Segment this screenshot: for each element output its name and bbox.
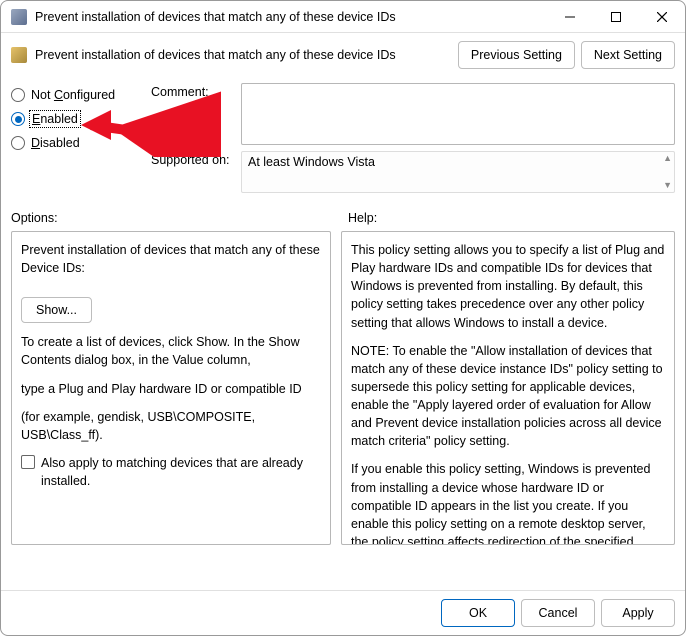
previous-setting-button[interactable]: Previous Setting [458, 41, 575, 69]
maximize-button[interactable] [593, 1, 639, 32]
state-radio-group: Not Configured Enabled Disabled [11, 83, 151, 197]
checkbox-label: Also apply to matching devices that are … [41, 454, 321, 490]
scroll-down-icon: ▼ [663, 181, 672, 190]
apply-button[interactable]: Apply [601, 599, 675, 627]
help-paragraph: If you enable this policy setting, Windo… [351, 460, 665, 545]
options-panel: Prevent installation of devices that mat… [11, 231, 331, 545]
options-heading: Options: [11, 211, 338, 225]
help-heading: Help: [338, 211, 675, 225]
radio-enabled[interactable]: Enabled [11, 107, 151, 131]
comment-field-label: Comment: [151, 83, 241, 145]
options-hint-2: type a Plug and Play hardware ID or comp… [21, 380, 321, 398]
radio-label: Disabled [31, 136, 80, 150]
radio-label: Enabled [31, 112, 79, 126]
options-hint-1: To create a list of devices, click Show.… [21, 333, 321, 369]
titlebar: Prevent installation of devices that mat… [1, 1, 685, 33]
header-row: Prevent installation of devices that mat… [1, 33, 685, 83]
apply-button-label: Apply [622, 606, 653, 620]
window-title: Prevent installation of devices that mat… [35, 10, 547, 24]
footer-buttons: OK Cancel Apply [1, 590, 685, 635]
options-hint-3: (for example, gendisk, USB\COMPOSITE, US… [21, 408, 321, 444]
also-apply-checkbox[interactable]: Also apply to matching devices that are … [21, 454, 321, 490]
options-heading-text: Prevent installation of devices that mat… [21, 241, 321, 277]
cancel-button-label: Cancel [539, 606, 578, 620]
policy-icon [11, 47, 27, 63]
radio-indicator [11, 136, 25, 150]
radio-disabled[interactable]: Disabled [11, 131, 151, 155]
show-button-label: Show... [36, 303, 77, 317]
window-icon [11, 9, 27, 25]
comment-input[interactable] [241, 83, 675, 145]
next-setting-button[interactable]: Next Setting [581, 41, 675, 69]
minimize-button[interactable] [547, 1, 593, 32]
ok-button-label: OK [469, 606, 487, 620]
help-paragraph: This policy setting allows you to specif… [351, 241, 665, 332]
radio-label: Not Configured [31, 88, 115, 102]
ok-button[interactable]: OK [441, 599, 515, 627]
radio-not-configured[interactable]: Not Configured [11, 83, 151, 107]
window-controls [547, 1, 685, 32]
previous-setting-label: Previous Setting [471, 48, 562, 62]
checkbox-box [21, 455, 35, 469]
supported-on-label: Supported on: [151, 151, 241, 193]
radio-indicator [11, 88, 25, 102]
help-paragraph: NOTE: To enable the "Allow installation … [351, 342, 665, 451]
help-panel: This policy setting allows you to specif… [341, 231, 675, 545]
supported-on-value: At least Windows Vista [248, 155, 375, 169]
cancel-button[interactable]: Cancel [521, 599, 595, 627]
scroll-up-icon: ▲ [663, 154, 672, 163]
close-button[interactable] [639, 1, 685, 32]
supported-on-value-box: At least Windows Vista ▲ ▼ [241, 151, 675, 193]
next-setting-label: Next Setting [594, 48, 662, 62]
radio-indicator [11, 112, 25, 126]
scrollbar[interactable]: ▲ ▼ [663, 154, 672, 190]
show-button[interactable]: Show... [21, 297, 92, 323]
policy-title: Prevent installation of devices that mat… [35, 48, 452, 62]
